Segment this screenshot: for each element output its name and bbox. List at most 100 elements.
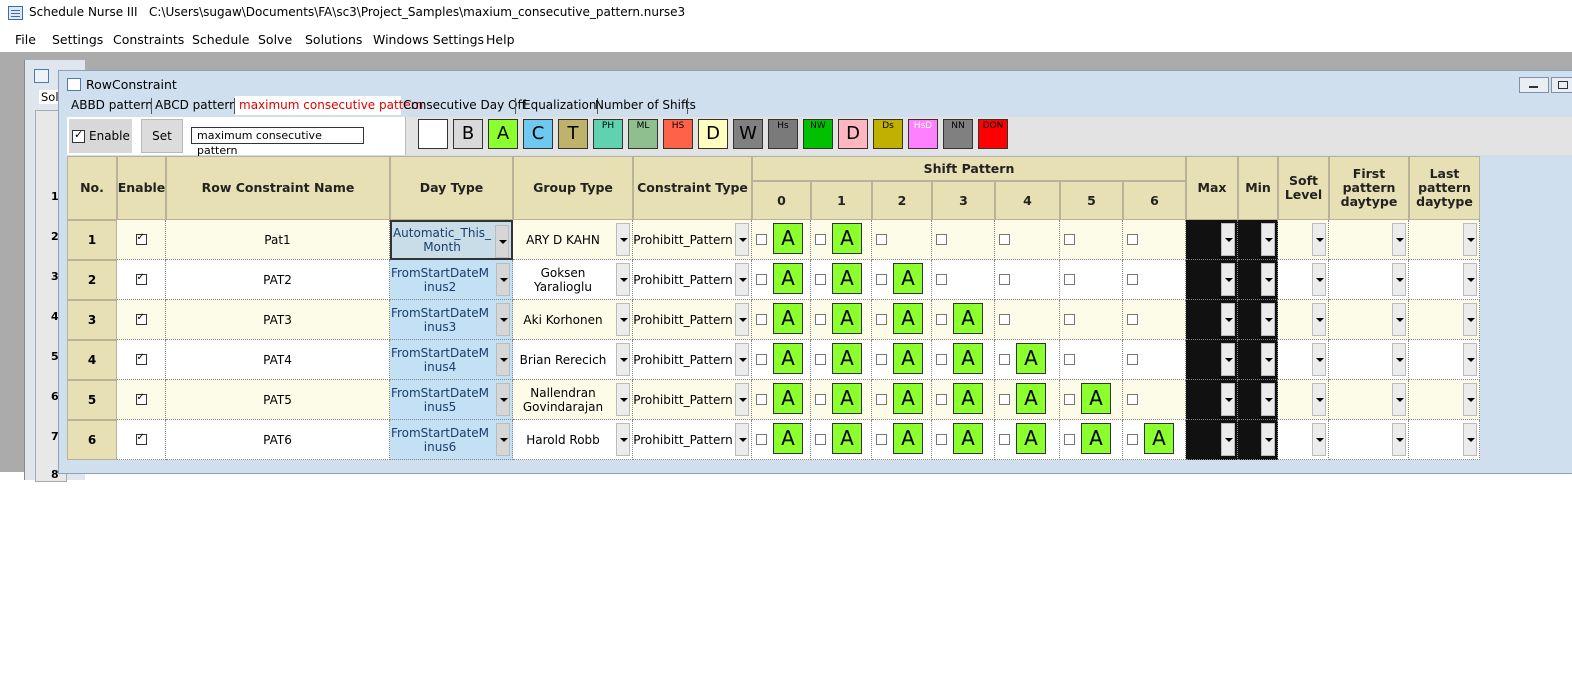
shift-a-cell[interactable]: A — [832, 223, 862, 254]
chevron-down-icon[interactable] — [496, 383, 510, 416]
chevron-down-icon[interactable] — [1463, 383, 1477, 416]
chevron-down-icon[interactable] — [735, 303, 749, 336]
shift-a-cell[interactable]: A — [832, 263, 862, 294]
shift-checkbox[interactable] — [999, 234, 1010, 245]
group-type-select[interactable]: Nallendran Govindarajan — [513, 380, 633, 420]
shift-pattern-cell[interactable]: A — [1060, 420, 1123, 460]
checkbox-checked-icon[interactable] — [135, 391, 147, 405]
row-enable-cell[interactable] — [117, 380, 166, 420]
palette-swatch-d[interactable]: D — [698, 119, 728, 149]
max-select[interactable] — [1186, 220, 1238, 260]
palette-swatch-t[interactable]: T — [558, 119, 588, 149]
checkbox-checked-icon[interactable] — [135, 311, 147, 325]
row-enable-cell[interactable] — [117, 340, 166, 380]
shift-a-cell[interactable]: A — [1144, 423, 1174, 454]
shift-a-cell[interactable]: A — [832, 423, 862, 454]
chevron-down-icon[interactable] — [1463, 223, 1477, 256]
shift-pattern-cell[interactable] — [932, 260, 995, 300]
day-type-select[interactable]: FromStartDateMinus2 — [390, 260, 513, 300]
chevron-down-icon[interactable] — [1312, 263, 1326, 296]
chevron-down-icon[interactable] — [1261, 263, 1275, 296]
menu-settings[interactable]: Settings — [52, 32, 103, 47]
chevron-down-icon[interactable] — [616, 423, 630, 456]
shift-pattern-cell[interactable] — [1123, 220, 1186, 260]
soft-level-select[interactable] — [1278, 380, 1329, 420]
shift-pattern-cell[interactable] — [1060, 340, 1123, 380]
group-type-select[interactable]: ARY D KAHN — [513, 220, 633, 260]
shift-pattern-cell[interactable]: A — [995, 340, 1060, 380]
chevron-down-icon[interactable] — [735, 223, 749, 256]
shift-checkbox[interactable] — [1064, 434, 1075, 445]
shift-checkbox[interactable] — [1064, 394, 1075, 405]
shift-checkbox[interactable] — [815, 234, 826, 245]
checkbox-checked-icon[interactable] — [135, 231, 147, 245]
first-pattern-daytype-select[interactable] — [1329, 420, 1409, 460]
chevron-down-icon[interactable] — [616, 383, 630, 416]
chevron-down-icon[interactable] — [735, 383, 749, 416]
max-select[interactable] — [1186, 340, 1238, 380]
chevron-down-icon[interactable] — [1261, 383, 1275, 416]
shift-pattern-cell[interactable]: A — [1123, 420, 1186, 460]
chevron-down-icon[interactable] — [1312, 423, 1326, 456]
palette-swatch-hs[interactable]: HS — [663, 119, 693, 149]
chevron-down-icon[interactable] — [1221, 343, 1235, 376]
shift-pattern-cell[interactable]: A — [811, 380, 872, 420]
shift-checkbox[interactable] — [1064, 314, 1075, 325]
constraint-type-select[interactable]: Prohibitt_Pattern — [633, 300, 752, 340]
soft-level-select[interactable] — [1278, 260, 1329, 300]
shift-a-cell[interactable]: A — [953, 343, 983, 374]
shift-checkbox[interactable] — [1064, 354, 1075, 365]
last-pattern-daytype-select[interactable] — [1409, 220, 1480, 260]
shift-pattern-cell[interactable]: A — [811, 420, 872, 460]
shift-a-cell[interactable]: A — [1081, 383, 1111, 414]
shift-a-cell[interactable]: A — [893, 423, 923, 454]
shift-checkbox[interactable] — [999, 394, 1010, 405]
shift-pattern-cell[interactable]: A — [995, 380, 1060, 420]
palette-swatch-hsd[interactable]: HsD — [908, 119, 938, 149]
chevron-down-icon[interactable] — [616, 263, 630, 296]
chevron-down-icon[interactable] — [1221, 263, 1235, 296]
shift-checkbox[interactable] — [936, 354, 947, 365]
shift-pattern-cell[interactable]: A — [752, 340, 811, 380]
shift-checkbox[interactable] — [1127, 434, 1138, 445]
shift-pattern-cell[interactable]: A — [752, 220, 811, 260]
shift-pattern-cell[interactable] — [995, 220, 1060, 260]
shift-a-cell[interactable]: A — [893, 383, 923, 414]
group-type-select[interactable]: Aki Korhonen — [513, 300, 633, 340]
chevron-down-icon[interactable] — [1261, 303, 1275, 336]
shift-checkbox[interactable] — [756, 274, 767, 285]
tab-maximum-consecutive-pattern[interactable]: maximum consecutive pattern — [235, 96, 423, 115]
table-row[interactable]: 5 PAT5FromStartDateMinus5 Nallendran Govin… — [67, 380, 1480, 420]
shift-checkbox[interactable] — [999, 314, 1010, 325]
first-pattern-daytype-select[interactable] — [1329, 220, 1409, 260]
shift-pattern-cell[interactable] — [1060, 300, 1123, 340]
shift-pattern-cell[interactable]: A — [1060, 380, 1123, 420]
chevron-down-icon[interactable] — [1221, 383, 1235, 416]
chevron-down-icon[interactable] — [1392, 263, 1406, 296]
min-select[interactable] — [1238, 340, 1278, 380]
day-type-select[interactable]: FromStartDateMinus4 — [390, 340, 513, 380]
table-row[interactable]: 3 PAT3FromStartDateMinus3 Aki Korhonen Proh… — [67, 300, 1480, 340]
maximize-button[interactable] — [1551, 77, 1572, 93]
row-enable-cell[interactable] — [117, 420, 166, 460]
chevron-down-icon[interactable] — [616, 303, 630, 336]
menu-help[interactable]: Help — [486, 32, 515, 47]
shift-pattern-cell[interactable]: A — [932, 380, 995, 420]
group-type-select[interactable]: Brian Rerecich — [513, 340, 633, 380]
row-constraint-name[interactable]: PAT4 — [166, 340, 390, 380]
palette-swatch-ml[interactable]: ML — [628, 119, 658, 149]
shift-a-cell[interactable]: A — [953, 423, 983, 454]
shift-checkbox[interactable] — [1127, 234, 1138, 245]
shift-a-cell[interactable]: A — [953, 303, 983, 334]
shift-checkbox[interactable] — [1127, 354, 1138, 365]
shift-pattern-cell[interactable] — [1123, 260, 1186, 300]
shift-a-cell[interactable]: A — [1016, 343, 1046, 374]
shift-pattern-cell[interactable]: A — [932, 300, 995, 340]
shift-pattern-cell[interactable]: A — [811, 300, 872, 340]
shift-checkbox[interactable] — [756, 354, 767, 365]
chevron-down-icon[interactable] — [735, 263, 749, 296]
max-select[interactable] — [1186, 260, 1238, 300]
shift-pattern-cell[interactable]: A — [811, 260, 872, 300]
palette-swatch-w[interactable]: W — [733, 119, 763, 149]
shift-pattern-cell[interactable] — [872, 220, 932, 260]
